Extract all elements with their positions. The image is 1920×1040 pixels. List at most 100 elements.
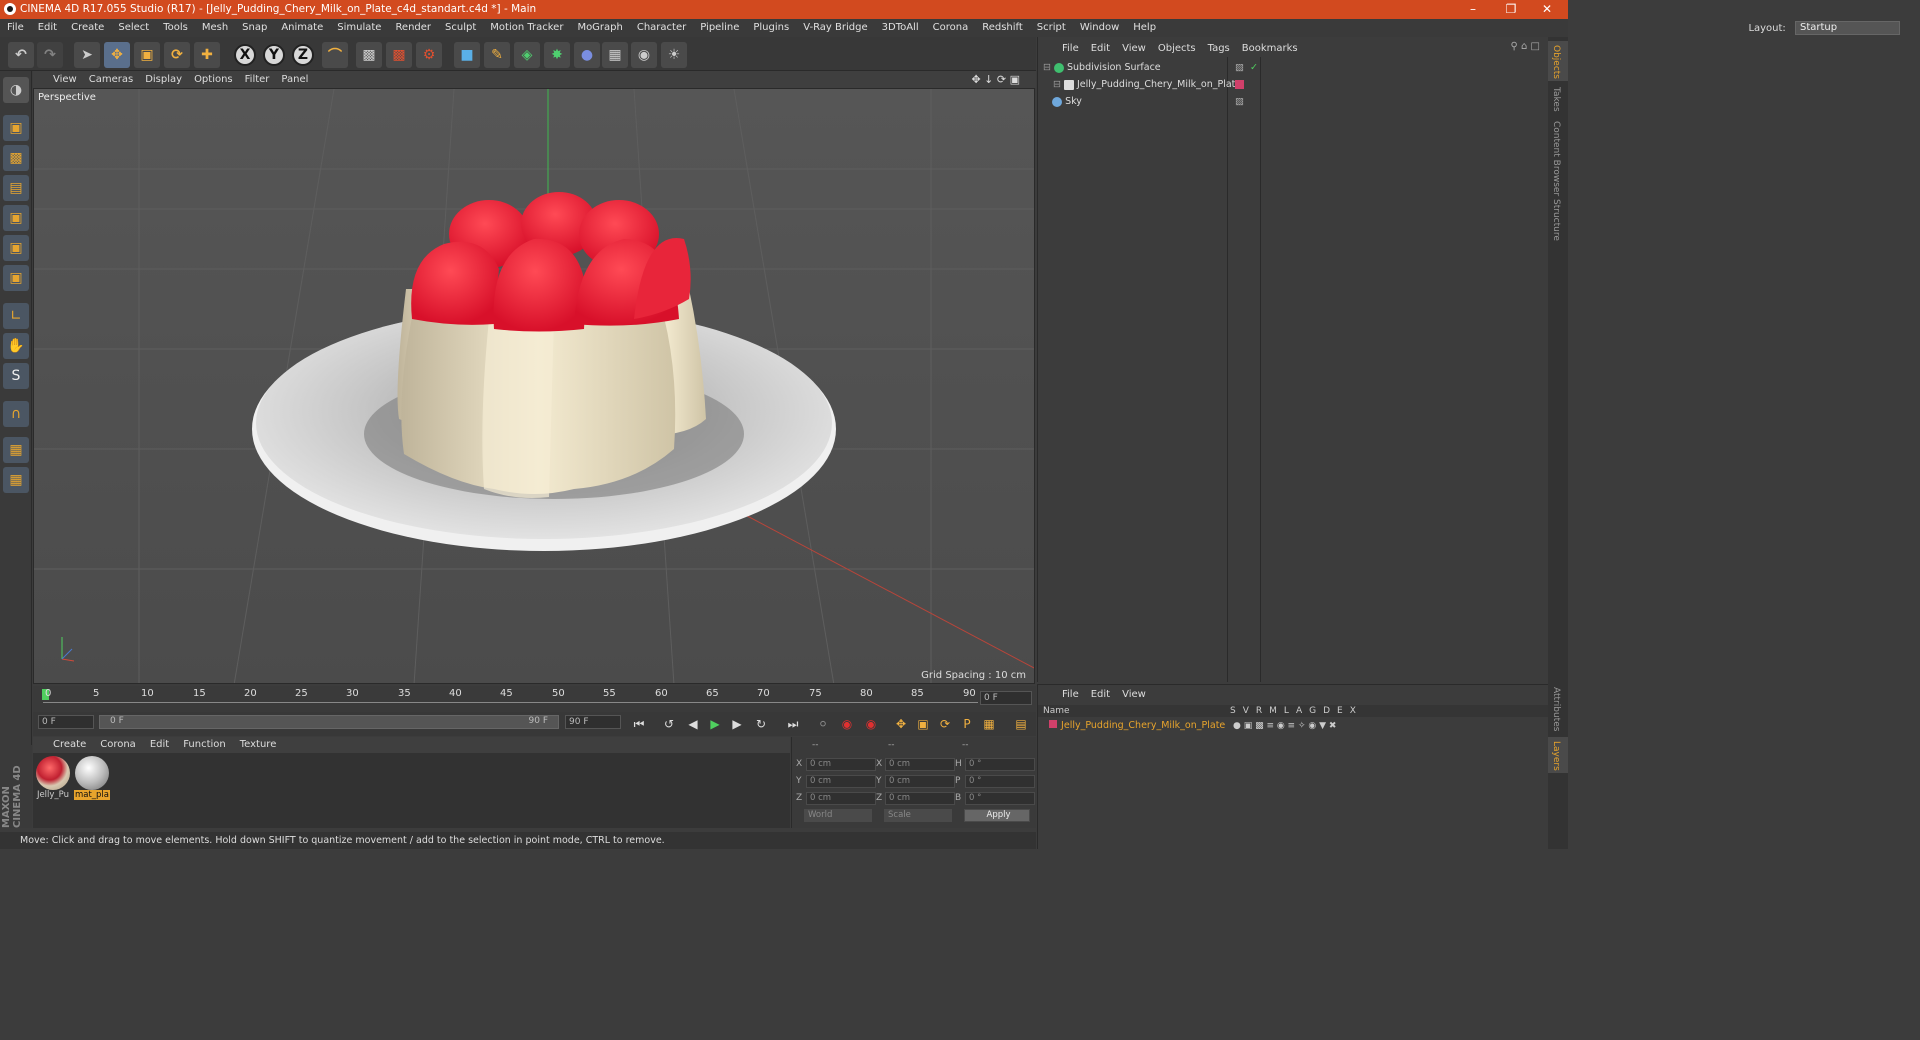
rotation-h-field[interactable]: 0 ° xyxy=(965,758,1035,771)
material-menu-create[interactable]: Create xyxy=(53,739,86,750)
layer-col-r[interactable]: R xyxy=(1256,706,1262,716)
menu-plugins[interactable]: Plugins xyxy=(753,22,789,33)
layer-color-tag[interactable] xyxy=(1235,80,1244,89)
viewport-menu-filter[interactable]: Filter xyxy=(245,74,270,85)
menu-motion-tracker[interactable]: Motion Tracker xyxy=(490,22,563,33)
material-swatch[interactable]: Jelly_Pu xyxy=(35,756,71,800)
menu-snap[interactable]: Snap xyxy=(242,22,267,33)
timeline-window-icon[interactable]: ▤ xyxy=(1011,715,1031,733)
play-icon[interactable]: ▶ xyxy=(705,715,725,733)
make-editable-icon[interactable]: ◑ xyxy=(3,77,29,103)
viewport-menu-display[interactable]: Display xyxy=(145,74,182,85)
menu-select[interactable]: Select xyxy=(118,22,149,33)
render-view-icon[interactable]: ▩ xyxy=(356,42,382,68)
menu-corona[interactable]: Corona xyxy=(933,22,969,33)
object-menu-file[interactable]: File xyxy=(1062,43,1079,54)
size-z-field[interactable]: 0 cm xyxy=(885,792,955,805)
layer-col-x[interactable]: X xyxy=(1350,706,1356,716)
object-menu-objects[interactable]: Objects xyxy=(1158,43,1196,54)
layer-col-l[interactable]: L xyxy=(1284,706,1289,716)
object-row[interactable]: ⊟ Subdivision Surface ▧ ✓ xyxy=(1043,60,1543,76)
object-menu-bookmarks[interactable]: Bookmarks xyxy=(1242,43,1298,54)
cube-primitive-icon[interactable]: ■ xyxy=(454,42,480,68)
visibility-toggle[interactable]: ▧ xyxy=(1235,94,1244,110)
key-parameter-icon[interactable]: P xyxy=(957,715,977,733)
menu-render[interactable]: Render xyxy=(395,22,431,33)
menu-3dtoall[interactable]: 3DToAll xyxy=(882,22,919,33)
go-to-start-icon[interactable]: ⏮ xyxy=(629,715,649,733)
menu-script[interactable]: Script xyxy=(1037,22,1066,33)
object-menu-edit[interactable]: Edit xyxy=(1091,43,1110,54)
size-y-field[interactable]: 0 cm xyxy=(885,775,955,788)
menu-redshift[interactable]: Redshift xyxy=(982,22,1023,33)
undo-icon[interactable]: ↶ xyxy=(8,42,34,68)
key-scale-icon[interactable]: ▣ xyxy=(913,715,933,733)
close-icon[interactable]: ✕ xyxy=(1530,0,1564,19)
viewport-menu-panel[interactable]: Panel xyxy=(281,74,308,85)
restore-icon[interactable]: ❐ xyxy=(1494,0,1528,19)
magnet-icon[interactable]: ∩ xyxy=(3,401,29,427)
previous-frame-icon[interactable]: ◀ xyxy=(683,715,703,733)
rotate-tool-icon[interactable]: ⟳ xyxy=(164,42,190,68)
workplane-icon[interactable]: ▤ xyxy=(3,175,29,201)
material-menu-edit[interactable]: Edit xyxy=(150,739,169,750)
material-menu-corona[interactable]: Corona xyxy=(100,739,136,750)
tab-objects[interactable]: Objects xyxy=(1551,45,1561,79)
material-menu-texture[interactable]: Texture xyxy=(240,739,277,750)
z-axis-lock-icon[interactable]: Z xyxy=(292,44,314,66)
menu-character[interactable]: Character xyxy=(637,22,686,33)
move-tool-icon[interactable]: ✥ xyxy=(104,42,130,68)
layer-col-v[interactable]: V xyxy=(1243,706,1249,716)
scale-tool-icon[interactable]: ▣ xyxy=(134,42,160,68)
menu-simulate[interactable]: Simulate xyxy=(337,22,381,33)
material-swatch[interactable]: mat_pla xyxy=(74,756,110,800)
go-to-end-icon[interactable]: ⏭ xyxy=(783,715,803,733)
next-key-icon[interactable]: ↻ xyxy=(751,715,771,733)
x-axis-lock-icon[interactable]: X xyxy=(234,44,256,66)
object-menu-view[interactable]: View xyxy=(1122,43,1146,54)
coordinate-system-icon[interactable]: ⌒ xyxy=(322,42,348,68)
minimize-icon[interactable]: – xyxy=(1456,0,1490,19)
tweak-mode-icon[interactable]: ✋ xyxy=(3,333,29,359)
previous-key-icon[interactable]: ↺ xyxy=(659,715,679,733)
object-menu-tags[interactable]: Tags xyxy=(1208,43,1230,54)
next-frame-icon[interactable]: ▶ xyxy=(727,715,747,733)
layout-dropdown[interactable]: Startup xyxy=(1795,21,1900,35)
tab-layers[interactable]: Layers xyxy=(1551,741,1561,771)
tab-takes[interactable]: Takes xyxy=(1551,87,1561,112)
layer-menu-file[interactable]: File xyxy=(1062,689,1079,700)
autokeying-icon[interactable]: ◉ xyxy=(837,715,857,733)
layer-col-a[interactable]: A xyxy=(1296,706,1302,716)
material-menu-function[interactable]: Function xyxy=(183,739,226,750)
light-icon[interactable]: ☀ xyxy=(661,42,687,68)
menu-mesh[interactable]: Mesh xyxy=(202,22,228,33)
record-keys-icon[interactable]: ⚪ xyxy=(813,715,833,733)
menu-pipeline[interactable]: Pipeline xyxy=(700,22,739,33)
enabled-check-icon[interactable]: ✓ xyxy=(1250,60,1258,76)
layer-toggle-icons[interactable]: ● ▣ ▩ ≡ ◉ ≡ ✧ ◉ ▼ ✖ xyxy=(1233,718,1336,734)
key-rotation-icon[interactable]: ⟳ xyxy=(935,715,955,733)
object-manager-search-icon[interactable]: ⚲ ⌂ □ xyxy=(1511,41,1540,52)
viewport-nav-icons[interactable]: ✥ ↓ ⟳ ▣ xyxy=(971,71,1020,88)
rotation-b-field[interactable]: 0 ° xyxy=(965,792,1035,805)
model-mode-icon[interactable]: ▣ xyxy=(3,115,29,141)
menu-tools[interactable]: Tools xyxy=(163,22,188,33)
texture-mode-icon[interactable]: ▩ xyxy=(3,145,29,171)
size-x-field[interactable]: 0 cm xyxy=(885,758,955,771)
tab-attributes[interactable]: Attributes xyxy=(1551,687,1561,731)
layer-col-g[interactable]: G xyxy=(1309,706,1316,716)
subdivision-surface-icon[interactable]: ◈ xyxy=(514,42,540,68)
layer-menu-edit[interactable]: Edit xyxy=(1091,689,1110,700)
frame-range-slider[interactable]: 0 F 90 F xyxy=(99,715,559,729)
viewport-menu-cameras[interactable]: Cameras xyxy=(89,74,133,85)
live-selection-icon[interactable]: ➤ xyxy=(74,42,100,68)
tab-content-browser[interactable]: Content Browser xyxy=(1551,121,1561,196)
menu-animate[interactable]: Animate xyxy=(281,22,323,33)
viewport[interactable]: Perspective Grid Spacing : 10 cm xyxy=(33,88,1035,684)
current-frame-field[interactable]: 0 F xyxy=(980,691,1032,705)
layer-col-m[interactable]: M xyxy=(1269,706,1277,716)
polygons-mode-icon[interactable]: ▣ xyxy=(3,265,29,291)
layer-row[interactable]: Jelly_Pudding_Chery_Milk_on_Plate ● ▣ ▩ … xyxy=(1043,718,1543,734)
deformer-icon[interactable]: ● xyxy=(574,42,600,68)
key-pla-icon[interactable]: ▦ xyxy=(979,715,999,733)
